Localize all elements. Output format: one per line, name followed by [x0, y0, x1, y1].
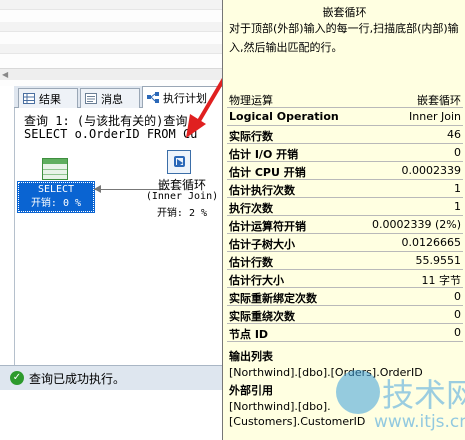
tab-label: 消息 — [101, 92, 123, 106]
select-cost: 开销: 0 % — [30, 198, 82, 209]
row-value: 11 字节 — [421, 274, 462, 287]
row-value: 0.0002339 (2%) — [371, 218, 461, 231]
outer-references-title: 外部引用 — [229, 384, 273, 397]
tooltip-row: 估计执行次数 1 — [227, 180, 463, 198]
tooltip-row: 实际行数 46 — [227, 126, 463, 144]
tooltip-row: 执行次数 1 — [227, 198, 463, 216]
tab-label: 结果 — [39, 92, 61, 106]
row-value: 55.9551 — [415, 254, 462, 267]
grid-icon — [23, 93, 35, 104]
tooltip-row: 估计运算符开销 0.0002339 (2%) — [227, 216, 463, 234]
watermark-url: www.itjs.cn — [374, 412, 465, 432]
watermark-logo-icon — [336, 370, 380, 414]
row-label: Logical Operation — [229, 110, 339, 123]
row-label: 实际重绕次数 — [229, 310, 295, 323]
row-label: 实际行数 — [229, 130, 273, 143]
plan-connector-arrow-icon — [94, 185, 101, 193]
row-value: 0 — [454, 146, 461, 159]
row-value: 0 — [454, 308, 461, 321]
row-label: 估计行大小 — [229, 274, 284, 287]
tooltip-row: 节点 ID 0 — [227, 324, 463, 342]
row-label: 实际重新绑定次数 — [229, 292, 317, 305]
outer-reference-line-1: [Northwind].[dbo]. — [229, 400, 331, 413]
nested-loops-icon[interactable] — [167, 150, 191, 174]
tooltip-row: 估计 CPU 开销 0.0002339 — [227, 162, 463, 180]
row-label: 估计行数 — [229, 256, 273, 269]
tooltip-row: Logical Operation Inner Join — [227, 108, 463, 126]
row-value: 0.0126665 — [401, 236, 462, 249]
row-label: 节点 ID — [229, 328, 269, 341]
select-operator-icon[interactable] — [42, 158, 68, 180]
tooltip-row: 估计行大小 11 字节 — [227, 270, 463, 288]
watermark-brand: 技术网 — [382, 376, 465, 414]
editor-line — [0, 22, 222, 32]
tooltip-row: 估计 I/O 开销 0 — [227, 144, 463, 162]
scroll-left-icon[interactable]: ◀ — [2, 70, 8, 79]
plan-icon — [147, 92, 159, 103]
row-value: 嵌套循环 — [417, 94, 461, 107]
query-sql: SELECT o.OrderID FROM Cu — [24, 127, 198, 141]
select-label: SELECT — [37, 184, 75, 195]
row-value: 0 — [454, 326, 461, 339]
tooltip-row: 估计行数 55.9551 — [227, 252, 463, 270]
status-text: 查询已成功执行。 — [29, 371, 126, 386]
tooltip-title: 嵌套循环 — [322, 6, 367, 19]
output-list-title: 输出列表 — [229, 350, 273, 363]
row-label: 估计执行次数 — [229, 184, 295, 197]
tooltip-row: 实际重绕次数 0 — [227, 306, 463, 324]
row-label: 估计运算符开销 — [229, 220, 306, 233]
editor-line — [0, 0, 222, 10]
check-icon: ✓ — [10, 371, 24, 385]
row-label: 执行次数 — [229, 202, 273, 215]
row-value: 0.0002339 — [401, 164, 462, 177]
row-label: 估计 I/O 开销 — [229, 148, 299, 161]
tooltip-description: 对于顶部(外部)输入的每一行,扫描底部(内部)输入,然后输出匹配的行。 — [229, 22, 459, 54]
row-value: 1 — [454, 182, 461, 195]
tab-messages[interactable]: 消息 — [80, 88, 140, 108]
tooltip-row: 估计子树大小 0.0126665 — [227, 234, 463, 252]
row-label: 估计子树大小 — [229, 238, 295, 251]
row-value: Inner Join — [409, 110, 461, 123]
tooltip-row-physical: 物理运算 嵌套循环 — [227, 90, 463, 108]
row-value: 1 — [454, 200, 461, 213]
row-value: 0 — [454, 290, 461, 303]
row-label: 物理运算 — [229, 94, 273, 107]
message-icon — [85, 93, 97, 104]
site-watermark: 技术网 www.itjs.cn — [334, 362, 465, 440]
tab-results[interactable]: 结果 — [18, 88, 78, 108]
row-label: 估计 CPU 开销 — [229, 166, 306, 179]
select-operator-node[interactable]: SELECT 开销: 0 % — [17, 181, 95, 213]
tooltip-row: 实际重新绑定次数 0 — [227, 288, 463, 306]
row-value: 46 — [447, 128, 461, 141]
